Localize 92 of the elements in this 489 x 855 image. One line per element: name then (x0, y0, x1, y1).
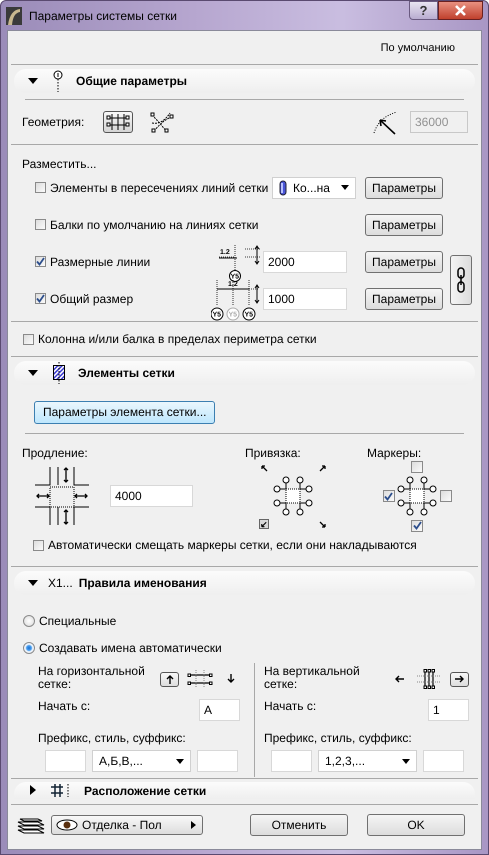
section-title: Расположение сетки (84, 784, 206, 798)
close-icon[interactable] (454, 4, 466, 16)
checkbox[interactable] (440, 490, 452, 502)
field-label: Продление: (22, 446, 89, 460)
defaults-link[interactable]: По умолчанию (380, 42, 455, 54)
field-label: Геометрия: (22, 115, 86, 129)
help-button[interactable]: ? (409, 1, 438, 20)
dropdown[interactable]: 1,2,3,... (318, 750, 417, 772)
vertical-grid-icon (416, 669, 442, 689)
layer-dropdown[interactable]: Отделка - Пол (51, 815, 203, 835)
checkbox[interactable] (35, 293, 46, 304)
chain-link-icon[interactable] (450, 255, 472, 305)
layers-icon[interactable] (17, 816, 45, 834)
expand-triangle-icon[interactable] (28, 580, 38, 586)
dropdown-value: 1,2,3,... (325, 754, 366, 768)
cancel-button[interactable]: Отменить (250, 814, 348, 836)
settings-button[interactable]: Параметры (365, 176, 443, 198)
close-button[interactable] (438, 1, 483, 20)
checkbox-label[interactable]: Колонна и/или балка в пределах периметра сетки (38, 332, 317, 346)
checkbox[interactable] (23, 334, 34, 344)
field-label: Начать с: (38, 699, 90, 713)
dropdown[interactable]: Ко...на (272, 176, 356, 198)
checkbox-label[interactable]: Балки по умолчанию на линиях сетки (50, 218, 258, 232)
corner-arrow-icon[interactable] (259, 463, 269, 473)
section-title: Общие параметры (76, 74, 188, 88)
naming-label: X1... (48, 576, 73, 590)
checkbox-label[interactable]: Автоматически смещать маркеры сетки, если они накладываются (48, 538, 417, 552)
checkbox-label[interactable]: Элементы в пересечениях линий сетки (50, 180, 268, 194)
section-header[interactable]: Элементы сетки (14, 361, 475, 385)
radio-label[interactable]: Специальные (39, 614, 116, 628)
dropdown-value: Отделка - Пол (82, 818, 162, 832)
corner-arrow-icon[interactable] (317, 519, 327, 529)
input-field[interactable]: 1 (428, 699, 469, 721)
input-field[interactable]: 1000 (263, 288, 347, 310)
field-label: Маркеры: (367, 446, 422, 460)
ok-button[interactable]: OK (367, 814, 465, 836)
section-header[interactable]: Общие параметры (14, 69, 475, 93)
section-header[interactable]: Расположение сетки (14, 782, 475, 799)
input-field[interactable]: А (199, 699, 240, 721)
caret-icon (176, 758, 184, 764)
input-field[interactable]: 4000 (110, 485, 193, 507)
caret-icon (341, 185, 349, 190)
dimension-drawing (218, 244, 261, 282)
expand-triangle-icon[interactable] (30, 785, 36, 795)
checkbox[interactable] (33, 540, 44, 550)
checkbox[interactable] (35, 256, 46, 267)
pin-icon (52, 70, 64, 92)
section-title: Элементы сетки (78, 366, 175, 380)
settings-button[interactable]: Параметры (365, 288, 443, 310)
dropdown-value: А,Б,В,... (99, 754, 143, 768)
app-icon (6, 6, 22, 24)
caret-icon (191, 821, 196, 829)
horizontal-grid-icon (187, 669, 213, 689)
eye-icon (56, 819, 78, 831)
section-title: Правила именования (78, 576, 207, 590)
corner-arrow-icon[interactable] (259, 519, 269, 529)
settings-button[interactable]: Параметры (365, 250, 443, 272)
cylinder-icon (279, 180, 287, 196)
orthogonal-grid-icon[interactable] (103, 111, 133, 133)
checkbox-label[interactable]: Общий размер (50, 292, 134, 306)
dropdown[interactable]: А,Б,В,... (92, 750, 191, 772)
window-title: Параметры системы сетки (29, 8, 177, 22)
group-label: Разместить... (21, 156, 98, 169)
input-field[interactable]: 2000 (263, 250, 347, 272)
grid-extension-drawing (35, 465, 89, 527)
dropdown-value: Ко...на (293, 180, 330, 194)
field-label: На вертикальной сетке: (264, 665, 361, 691)
checkbox[interactable] (35, 182, 46, 193)
prefix-field[interactable] (271, 750, 312, 772)
prefix-field[interactable] (45, 750, 86, 772)
element-settings-button[interactable]: Параметры элемента сетки... (34, 400, 216, 424)
suffix-field[interactable] (423, 750, 464, 772)
radio-label[interactable]: Создавать имена автоматически (39, 640, 222, 654)
checkbox-label[interactable]: Размерные линии (50, 254, 150, 268)
field-label: Префикс, стиль, суффикс: (38, 731, 187, 745)
radio-button[interactable] (23, 642, 35, 654)
expand-triangle-icon[interactable] (28, 78, 38, 84)
suffix-field[interactable] (197, 750, 238, 772)
checkbox[interactable] (411, 520, 423, 532)
settings-button[interactable]: Параметры (365, 214, 443, 236)
field-label: На горизонтальной сетке: (38, 665, 146, 691)
checkbox[interactable] (411, 460, 423, 472)
field-label: Префикс, стиль, суффикс: (264, 731, 413, 745)
checkbox[interactable] (35, 219, 46, 230)
field-label: Привязка: (245, 446, 302, 460)
hatched-column-icon (52, 362, 66, 384)
field-label: Начать с: (264, 699, 316, 713)
radio-button[interactable] (23, 614, 35, 626)
caret-icon (402, 758, 410, 764)
corner-arrow-icon[interactable] (317, 463, 327, 473)
checkbox[interactable] (382, 490, 394, 502)
expand-triangle-icon[interactable] (28, 370, 38, 376)
